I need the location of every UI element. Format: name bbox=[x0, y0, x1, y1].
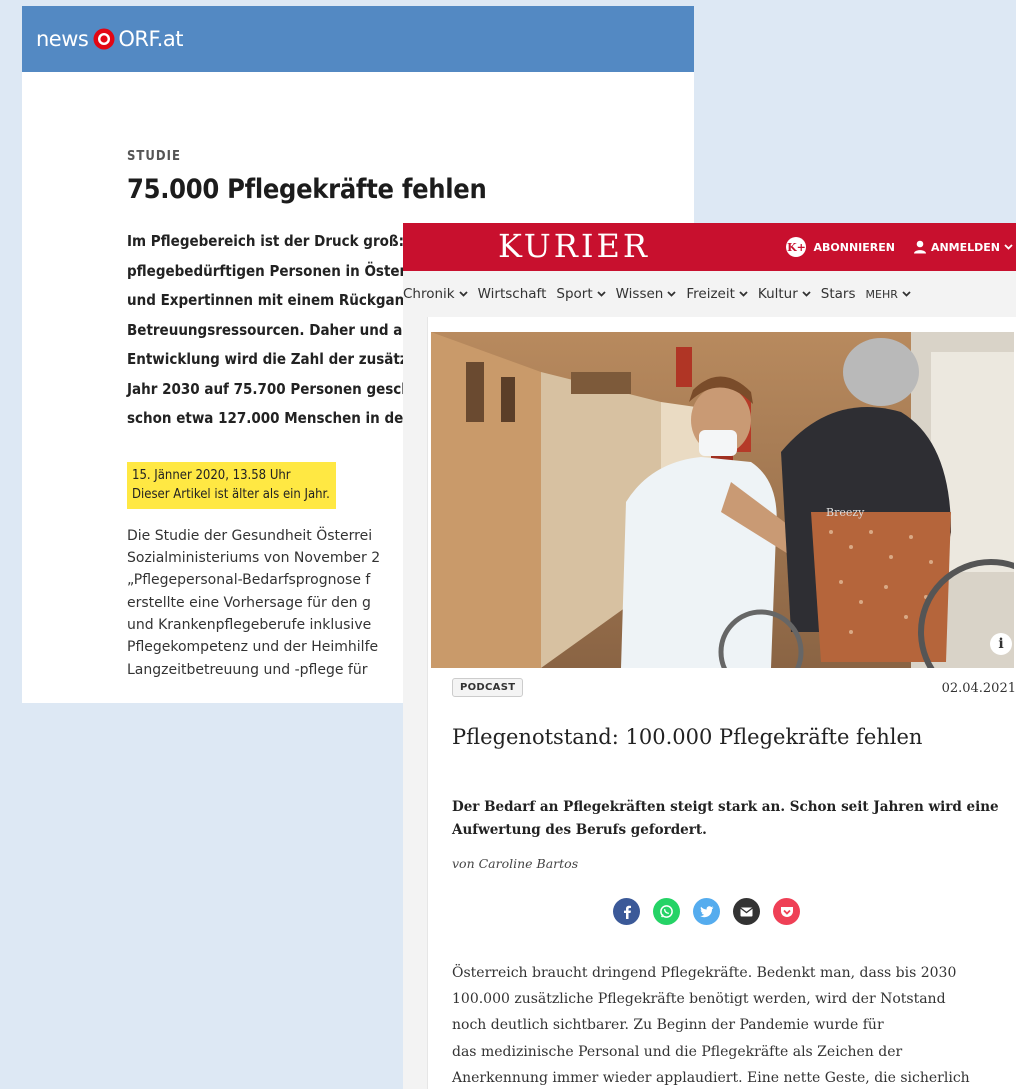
orf-logo[interactable]: news ORF.at bbox=[36, 27, 183, 51]
nav-label: Chronik bbox=[403, 286, 455, 302]
nav-item-wirtschaft[interactable]: Wirtschaft bbox=[478, 286, 547, 302]
chevron-down-icon bbox=[458, 291, 468, 297]
nav-label: Sport bbox=[556, 286, 593, 302]
kurier-lead-line: Der Bedarf an Pflegekräften steigt stark… bbox=[452, 799, 999, 815]
nav-label: MEHR bbox=[865, 287, 898, 301]
kurier-body-line: Österreich braucht dringend Pflegekräfte… bbox=[452, 965, 957, 981]
kurier-headline: Pflegenotstand: 100.000 Pflegekräfte feh… bbox=[452, 725, 923, 749]
kurier-body-line: 100.000 zusätzliche Pflegekräfte benötig… bbox=[452, 991, 946, 1008]
subscribe-button[interactable]: ABONNIEREN bbox=[813, 241, 894, 254]
kurier-logo[interactable]: KURIER bbox=[498, 227, 650, 265]
orf-dateline-highlight: 15. Jänner 2020, 13.58 Uhr Dieser Artike… bbox=[127, 461, 336, 509]
chevron-down-icon bbox=[739, 291, 748, 297]
kurier-lead-line: Aufwertung des Berufs gefordert. bbox=[452, 822, 707, 838]
info-icon[interactable]: i bbox=[990, 633, 1012, 655]
twitter-icon[interactable] bbox=[693, 898, 720, 925]
orf-headline: 75.000 Pflegekräfte fehlen bbox=[127, 174, 487, 205]
facebook-icon[interactable] bbox=[613, 898, 640, 925]
nav-label: Stars bbox=[820, 286, 856, 302]
wheelchair-brand: Breezy bbox=[826, 506, 865, 519]
nav-item-wissen[interactable]: Wissen bbox=[616, 286, 677, 302]
kurier-body-text: Österreich braucht dringend Pflegekräfte… bbox=[452, 960, 1016, 1089]
login-button[interactable]: ANMELDEN bbox=[931, 241, 1000, 254]
author-byline[interactable]: von Caroline Bartos bbox=[452, 856, 578, 871]
kurier-body-line: noch deutlich sichtbarer. Zu Beginn der … bbox=[452, 1017, 884, 1034]
chevron-down-icon bbox=[667, 291, 676, 297]
chevron-down-icon bbox=[1004, 244, 1013, 250]
article-photo[interactable]: Breezy bbox=[431, 332, 1014, 668]
kurier-header: KURIER K+ ABONNIEREN ANMELDEN bbox=[403, 223, 1016, 271]
kurier-body-line: Anerkennung immer wieder applaudiert. Ei… bbox=[452, 1069, 970, 1086]
chevron-down-icon bbox=[596, 291, 606, 297]
kurier-article-screenshot: KURIER K+ ABONNIEREN ANMELDEN Chronik Wi… bbox=[403, 223, 1016, 1089]
orf-header: news ORF.at bbox=[22, 6, 694, 72]
kplus-icon[interactable]: K+ bbox=[786, 237, 807, 257]
nav-label: Wirtschaft bbox=[477, 286, 547, 302]
kurier-header-actions: K+ ABONNIEREN ANMELDEN bbox=[786, 237, 1013, 257]
nav-item-chronik[interactable]: Chronik bbox=[403, 286, 468, 302]
category-tag[interactable]: PODCAST bbox=[452, 678, 524, 697]
chevron-down-icon bbox=[802, 291, 811, 297]
kurier-body-line: das medizinische Personal und die Pflege… bbox=[452, 1043, 903, 1060]
orf-kicker: STUDIE bbox=[127, 149, 181, 164]
pocket-icon[interactable] bbox=[773, 898, 800, 925]
nav-item-kultur[interactable]: Kultur bbox=[758, 286, 811, 302]
nav-item-freizeit[interactable]: Freizeit bbox=[686, 286, 748, 302]
nav-item-sport[interactable]: Sport bbox=[556, 286, 606, 302]
email-icon[interactable] bbox=[733, 898, 760, 925]
nav-item-mehr[interactable]: MEHR bbox=[866, 288, 911, 301]
chevron-down-icon bbox=[902, 291, 911, 297]
nav-label: Kultur bbox=[757, 286, 798, 302]
user-icon bbox=[913, 240, 927, 254]
orf-logo-news: news bbox=[36, 27, 89, 51]
publish-date: 02.04.2021 bbox=[941, 681, 1016, 696]
nav-item-stars[interactable]: Stars bbox=[821, 286, 856, 302]
whatsapp-icon[interactable] bbox=[653, 898, 680, 925]
kurier-lead: Der Bedarf an Pflegekräften steigt stark… bbox=[452, 796, 1016, 842]
orf-logo-orf: ORF.at bbox=[118, 27, 183, 51]
nav-label: Wissen bbox=[615, 286, 664, 302]
kurier-main-nav: Chronik Wirtschaft Sport Wissen Freizeit… bbox=[403, 271, 1016, 317]
orf-age-notice: Dieser Artikel ist älter als ein Jahr. bbox=[132, 486, 330, 502]
share-buttons bbox=[613, 898, 813, 925]
kurier-article-card: Breezy i PODCAST 02.04.2021 Pflegenotsta… bbox=[427, 317, 1016, 1089]
nav-label: Freizeit bbox=[686, 286, 735, 302]
orf-date: 15. Jänner 2020, 13.58 Uhr bbox=[132, 467, 291, 483]
orf-eye-icon bbox=[93, 28, 115, 50]
